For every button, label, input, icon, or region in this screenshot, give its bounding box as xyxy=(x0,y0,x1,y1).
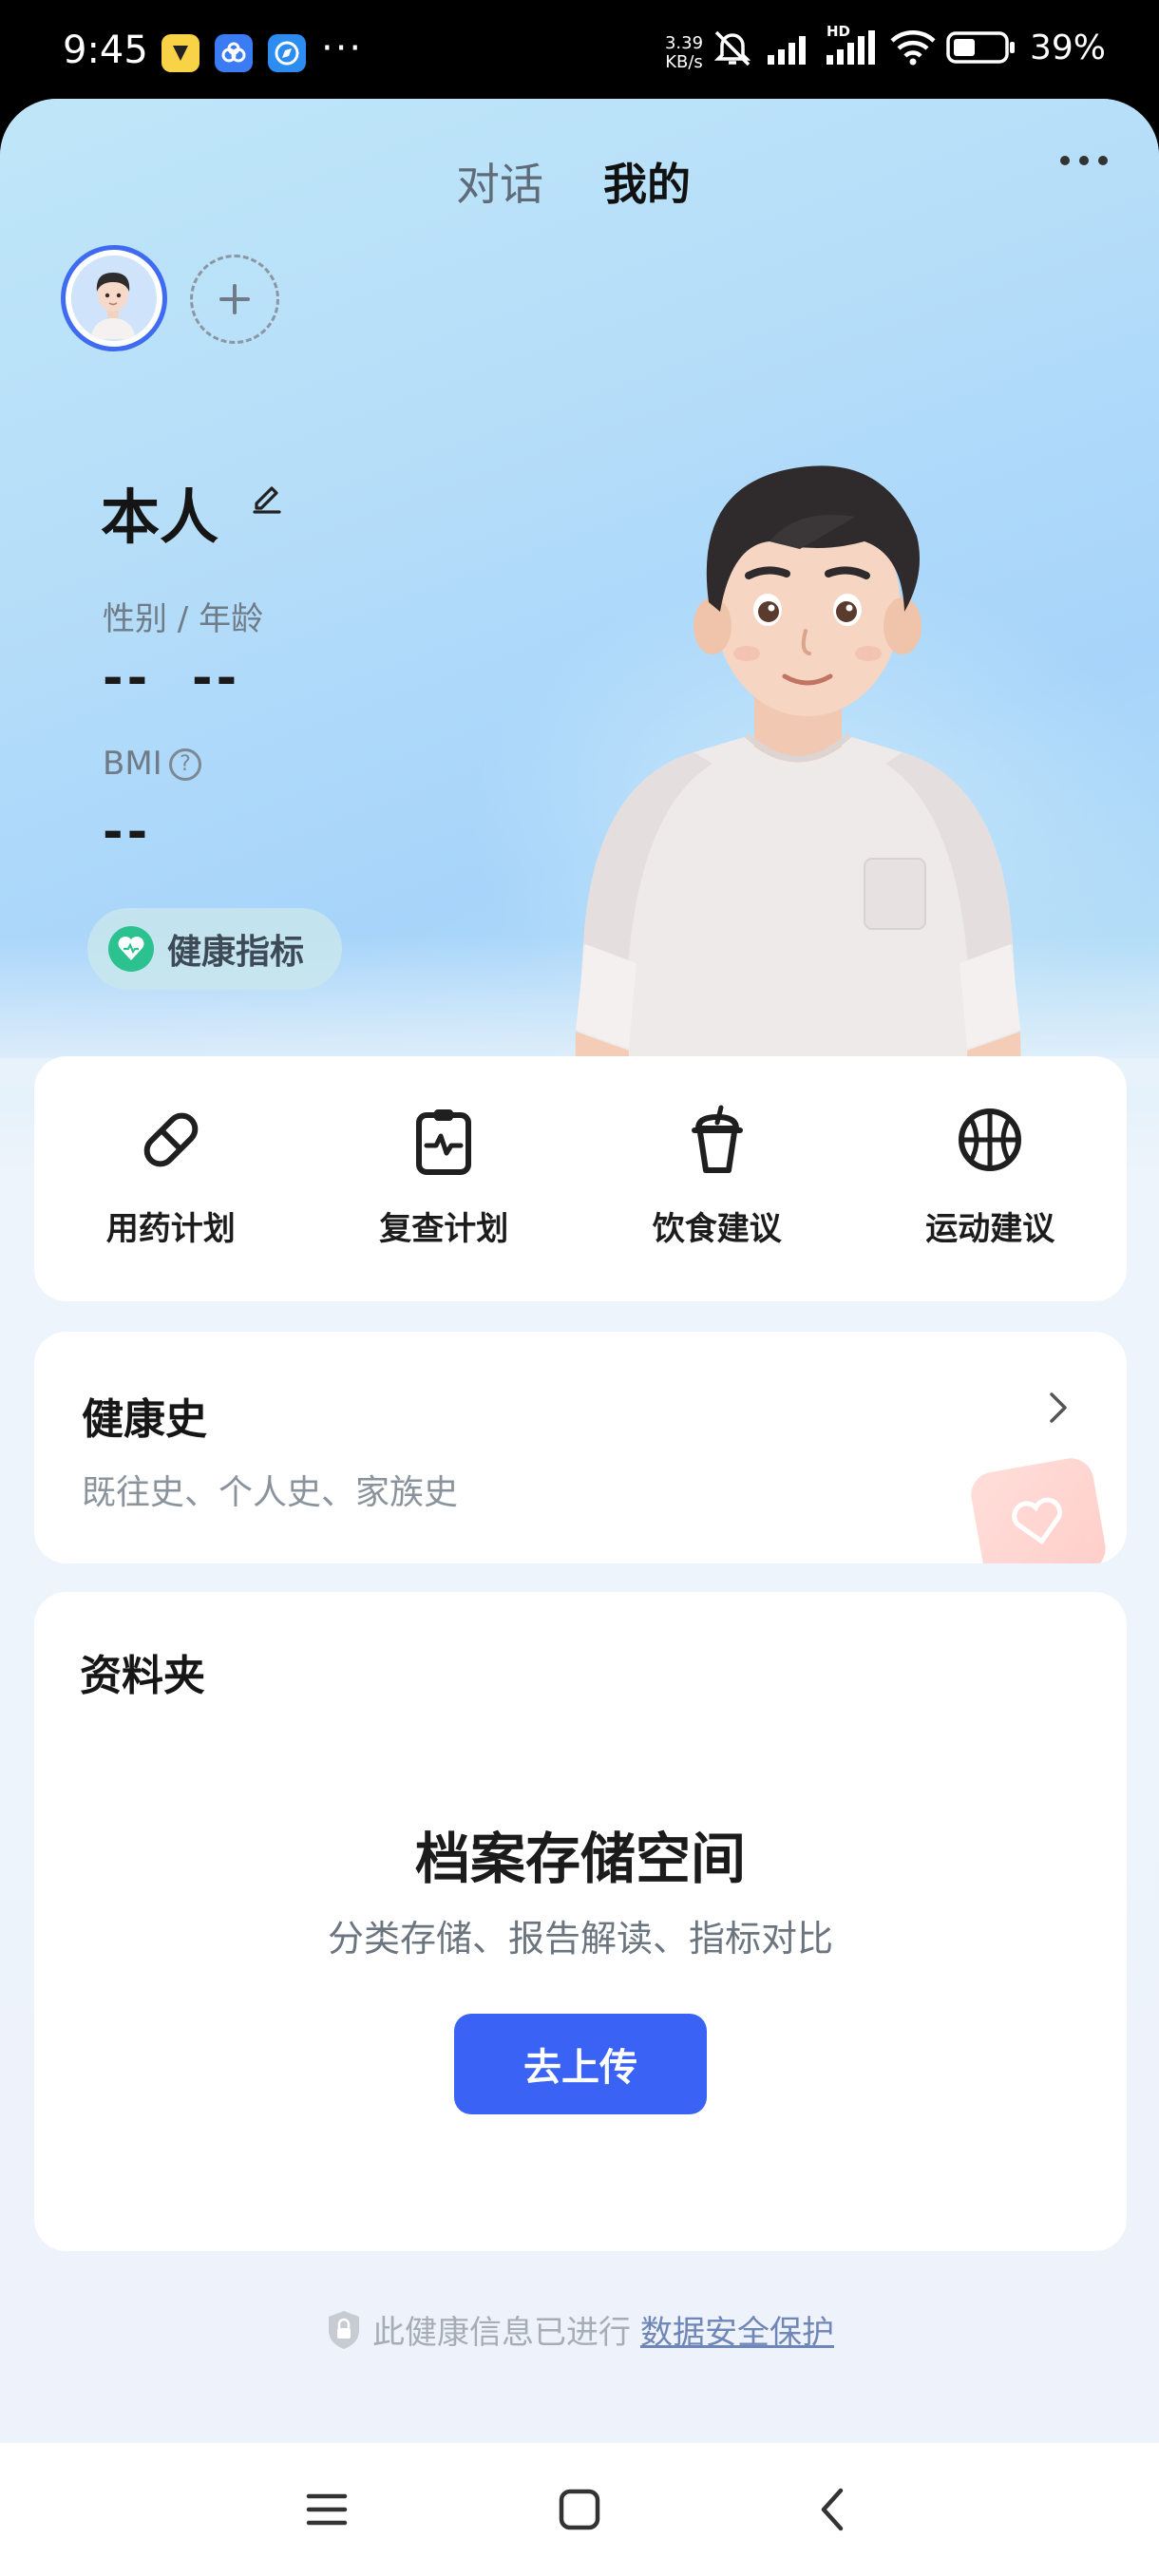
quick-action-label: 运动建议 xyxy=(925,1210,1055,1248)
home-button[interactable] xyxy=(551,2481,608,2538)
storage-subtitle: 分类存储、报告解读、指标对比 xyxy=(327,1918,833,1960)
pill-icon xyxy=(143,1112,199,1167)
back-button[interactable] xyxy=(804,2481,861,2538)
health-history-title: 健康史 xyxy=(82,1395,207,1444)
browser-app-icon xyxy=(268,34,306,72)
battery-percent: 39% xyxy=(1029,28,1106,67)
cloud-app-icon xyxy=(215,34,253,72)
health-metrics-label: 健康指标 xyxy=(167,933,305,972)
avatar-figure xyxy=(570,465,1026,1153)
network-speed: 3.39 KB/s xyxy=(659,34,709,72)
security-footer: 此健康信息已进行 数据安全保护 xyxy=(0,2306,1159,2353)
quick-action-label: 用药计划 xyxy=(105,1210,236,1248)
profile-name: 本人 xyxy=(101,483,219,552)
gender-age-label: 性别 / 年龄 xyxy=(103,600,264,638)
wifi-icon xyxy=(890,30,936,66)
recent-apps-button[interactable] xyxy=(298,2481,355,2538)
status-bar: 9:45 ··· 3.39 KB/s HD 39% xyxy=(0,0,1159,104)
plus-icon xyxy=(219,284,250,314)
folder-title: 资料夹 xyxy=(80,1652,205,1700)
bmi-value: -- xyxy=(103,804,152,861)
signal-icon xyxy=(767,36,806,65)
add-profile-button[interactable] xyxy=(190,255,279,344)
health-history-card[interactable]: 健康史 既往史、个人史、家族史 xyxy=(34,1332,1127,1563)
pencil-icon xyxy=(253,486,281,514)
edit-name-button[interactable] xyxy=(249,479,285,519)
back-chevron-icon xyxy=(821,2488,844,2531)
quick-actions-card: 用药计划 复查计划 饮食建议 运动建议 xyxy=(34,1056,1127,1301)
exercise-advice-button[interactable]: 运动建议 xyxy=(854,1056,1128,1301)
more-notifications-icon: ··· xyxy=(321,27,364,70)
home-square-icon xyxy=(559,2489,600,2530)
bmi-help-icon[interactable]: ? xyxy=(169,748,201,781)
tab-mine[interactable]: 我的 xyxy=(603,150,691,213)
heart-pulse-icon xyxy=(108,926,154,972)
follow-up-plan-button[interactable]: 复查计划 xyxy=(308,1056,581,1301)
data-security-link[interactable]: 数据安全保护 xyxy=(640,2306,834,2353)
diet-advice-button[interactable]: 饮食建议 xyxy=(580,1056,854,1301)
chevron-right-icon xyxy=(1047,1391,1070,1429)
battery-icon xyxy=(946,31,1015,64)
age-value: -- xyxy=(192,650,241,707)
folder-card: 资料夹 档案存储空间 分类存储、报告解读、指标对比 去上传 xyxy=(34,1592,1127,2251)
avatar xyxy=(71,256,157,341)
quick-action-label: 饮食建议 xyxy=(652,1210,782,1248)
more-dot-icon xyxy=(1098,156,1108,165)
drink-cup-icon xyxy=(691,1105,743,1173)
mute-vibrate-icon xyxy=(713,30,751,66)
more-dot-icon xyxy=(1060,156,1070,165)
status-time: 9:45 xyxy=(63,28,148,72)
network-speed-value: 3.39 xyxy=(664,33,704,53)
upload-button[interactable]: 去上传 xyxy=(454,2014,707,2114)
heart-folder-icon xyxy=(967,1454,1110,1563)
gender-value: -- xyxy=(103,650,152,707)
hd-signal-icon: HD xyxy=(825,23,880,68)
app-panel: 对话 我的 本人 性别 / 年龄 -- -- BMI ? -- 健康指标 用药计… xyxy=(0,99,1159,2443)
tab-chat[interactable]: 对话 xyxy=(456,150,543,213)
quick-action-label: 复查计划 xyxy=(379,1210,509,1248)
basketball-icon xyxy=(959,1108,1022,1171)
storage-title: 档案存储空间 xyxy=(414,1827,746,1891)
menu-icon xyxy=(306,2493,348,2526)
clipboard-pulse-icon xyxy=(416,1109,472,1175)
notes-app-icon xyxy=(162,34,200,72)
more-dot-icon xyxy=(1079,156,1089,165)
more-options-button[interactable] xyxy=(1060,156,1108,165)
system-nav-bar xyxy=(0,2443,1159,2576)
health-metrics-button[interactable]: 健康指标 xyxy=(87,908,342,990)
medication-plan-button[interactable]: 用药计划 xyxy=(34,1056,308,1301)
profile-avatar-self[interactable] xyxy=(61,245,167,351)
shield-lock-icon xyxy=(329,2310,359,2349)
bmi-label: BMI xyxy=(103,745,162,783)
security-note: 此健康信息已进行 xyxy=(372,2314,631,2352)
network-speed-unit: KB/s xyxy=(665,52,703,72)
health-history-subtitle: 既往史、个人史、家族史 xyxy=(82,1473,459,1512)
